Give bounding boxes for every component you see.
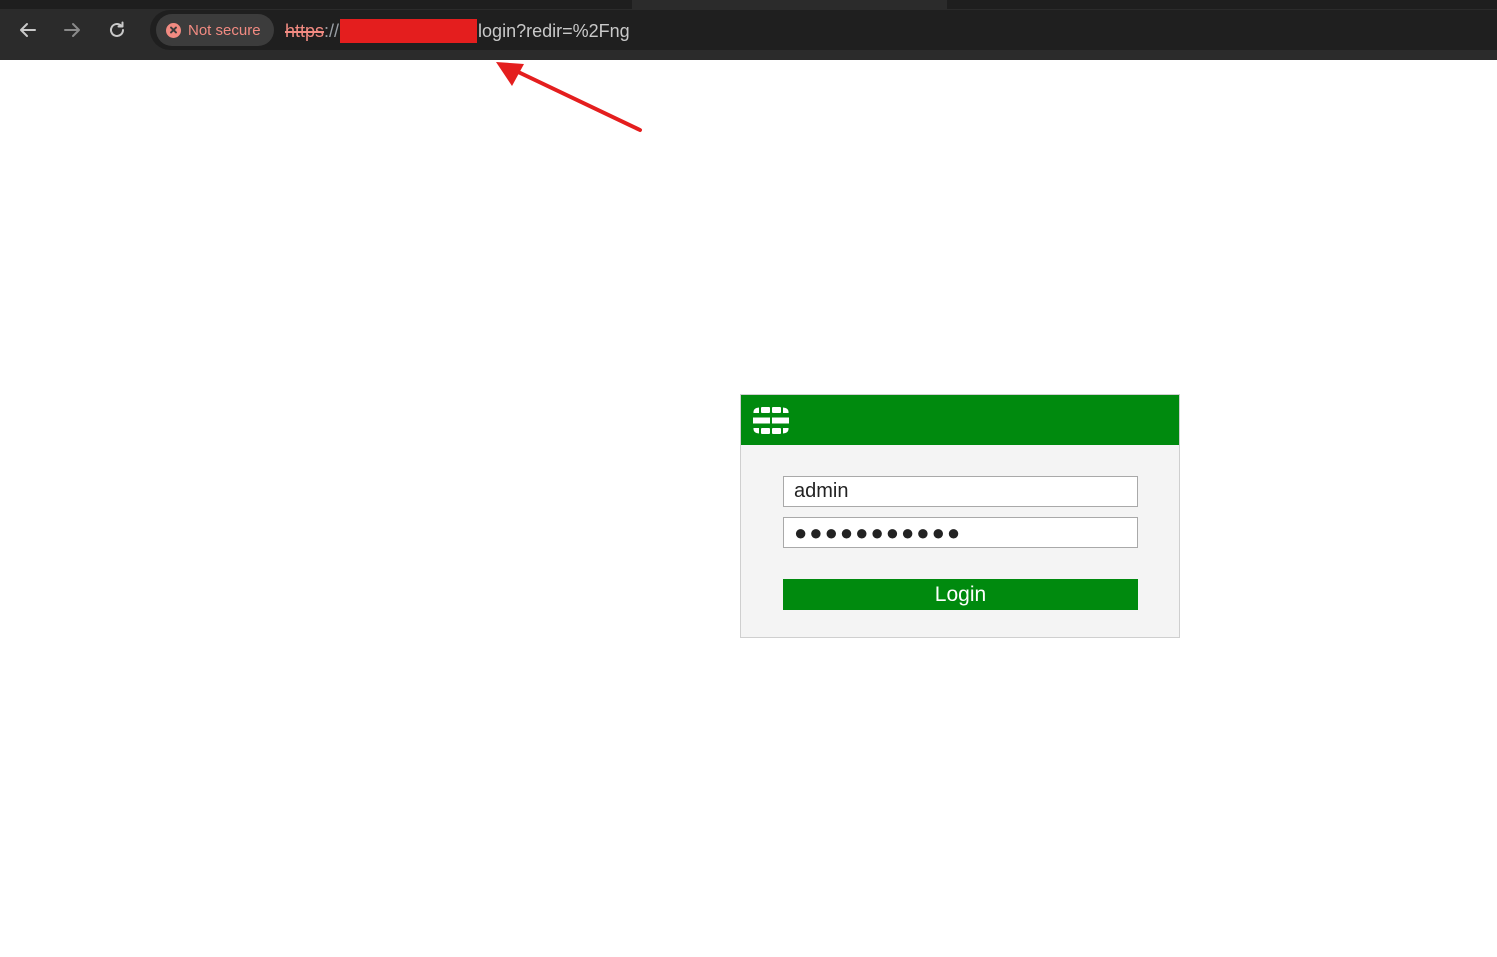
login-button[interactable]: Login — [783, 579, 1138, 610]
login-panel: Login — [740, 394, 1180, 638]
password-field[interactable] — [783, 517, 1138, 548]
browser-toolbar: Not secure https:// login?redir=%2Fng — [0, 0, 1497, 60]
arrow-right-icon — [64, 23, 80, 37]
login-header — [741, 395, 1179, 445]
arrow-left-icon — [20, 23, 36, 37]
back-button[interactable] — [13, 15, 43, 45]
security-label: Not secure — [188, 21, 261, 39]
security-indicator[interactable]: Not secure — [156, 14, 274, 46]
url-host-redaction — [340, 19, 478, 43]
url-scheme: https — [285, 20, 325, 41]
username-field[interactable] — [783, 476, 1138, 507]
tab-strip — [0, 0, 1497, 9]
reload-button[interactable] — [102, 15, 132, 45]
url-separator: :// — [324, 20, 340, 41]
active-tab-edge[interactable] — [632, 0, 947, 9]
reload-icon — [110, 21, 124, 37]
url-text[interactable]: https:// login?redir=%2Fng — [285, 19, 630, 43]
fortinet-logo-icon — [753, 407, 789, 434]
forward-button[interactable] — [57, 15, 87, 45]
url-path: login?redir=%2Fng — [478, 20, 630, 41]
annotation-arrow — [496, 62, 642, 132]
warning-circle-x-icon — [166, 22, 181, 38]
